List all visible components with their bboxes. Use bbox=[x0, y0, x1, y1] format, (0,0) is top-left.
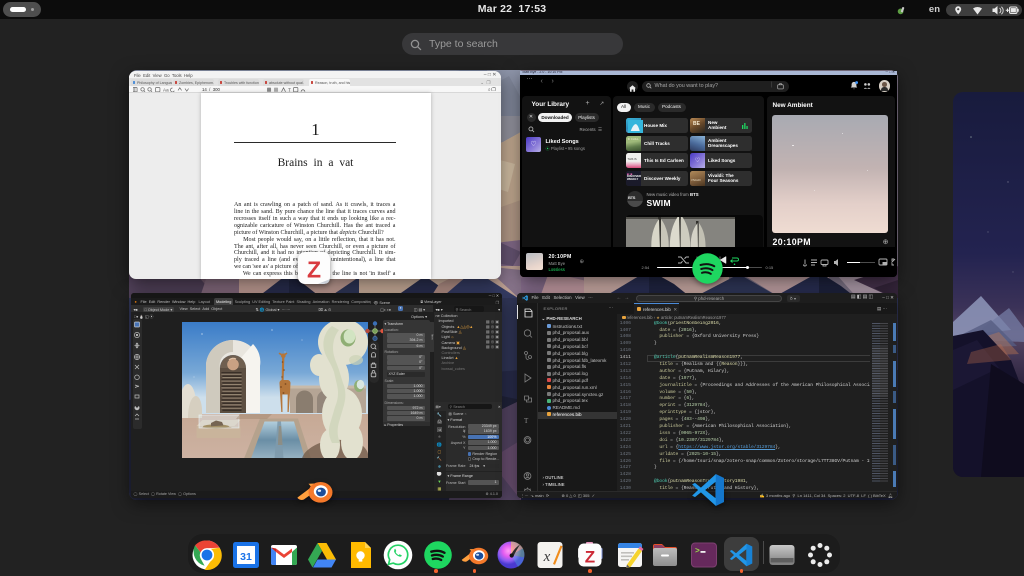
svg-text:x: x bbox=[543, 549, 551, 565]
svg-text:Z: Z bbox=[307, 257, 321, 283]
svg-text:Z: Z bbox=[585, 548, 595, 567]
svg-text:31: 31 bbox=[240, 551, 252, 563]
svg-text:T: T bbox=[288, 88, 291, 92]
svg-text:>: > bbox=[695, 547, 700, 556]
svg-text:Aa: Aa bbox=[163, 87, 169, 92]
svg-text:T: T bbox=[524, 417, 529, 425]
